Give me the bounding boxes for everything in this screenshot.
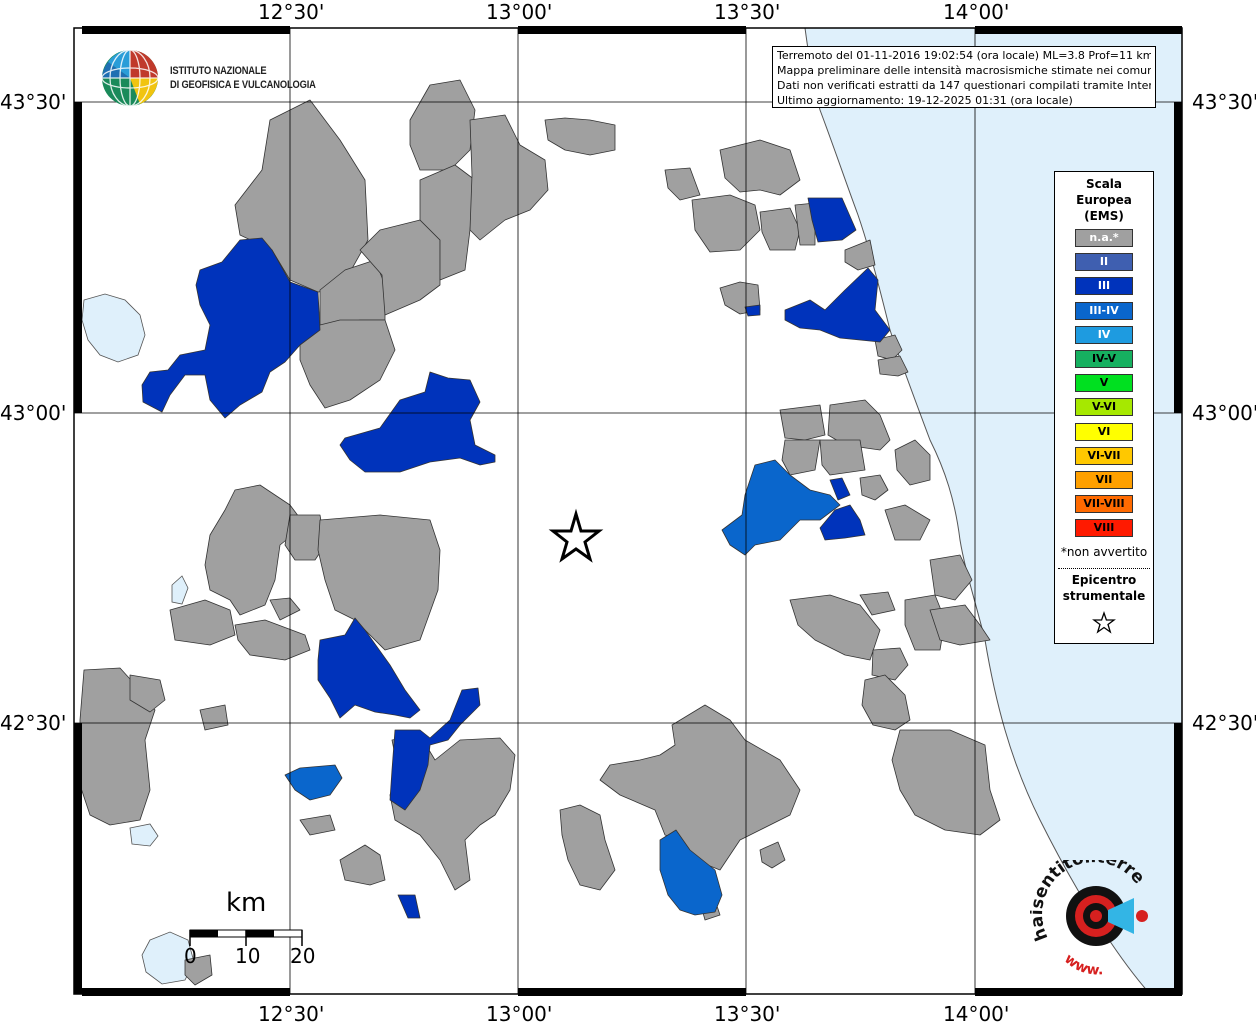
legend-epicenter-line-2: strumentale xyxy=(1062,589,1146,603)
lon-label-top-1: 12°30' xyxy=(258,0,325,24)
lon-label-bottom-1: 12°30' xyxy=(258,1002,325,1026)
lon-label-top-3: 13°30' xyxy=(714,0,781,24)
legend-separator xyxy=(1058,568,1150,569)
legend-item-iv-v: IV-V xyxy=(1075,350,1133,368)
legend-item-n-a: n.a.* xyxy=(1075,229,1133,247)
legend-item-vi: VI xyxy=(1075,422,1133,441)
lon-label-top-2: 13°00' xyxy=(486,0,553,24)
lat-label-right-3: 42°30' xyxy=(1192,711,1256,735)
municipality-area xyxy=(744,304,761,317)
scale-unit: km xyxy=(226,888,267,918)
legend-title-line-2: Europea xyxy=(1076,193,1132,207)
legend-item-v: V xyxy=(1075,374,1133,393)
target-icon xyxy=(1066,886,1148,946)
lon-label-bottom-2: 13°00' xyxy=(486,1002,553,1026)
scale-tick-20: 20 xyxy=(290,944,316,968)
event-info-line-1: Terremoto del 01-11-2016 19:02:54 (ora l… xyxy=(777,49,1151,62)
scale-tick-0: 0 xyxy=(184,944,197,968)
legend-item-viii: VIII xyxy=(1075,519,1133,538)
ingv-line-1: ISTITUTO NAZIONALE xyxy=(170,65,267,77)
legend-item-iii: III xyxy=(1075,277,1133,296)
ingv-line-2: DI GEOFISICA E VULCANOLOGIA xyxy=(170,79,316,91)
haisentito-www: www. xyxy=(1061,951,1104,979)
legend-epicenter: Epicentro strumentale xyxy=(1055,572,1153,604)
scale-tick-10: 10 xyxy=(235,944,261,968)
lon-label-bottom-3: 13°30' xyxy=(714,1002,781,1026)
legend-title-line-3: (EMS) xyxy=(1084,209,1124,223)
lon-label-bottom-4: 14°00' xyxy=(943,1002,1010,1026)
haisentito-logo: haisentitoilterremoto.it www. xyxy=(1030,860,1149,979)
legend-item-vii-viii: VII-VIII xyxy=(1075,495,1133,514)
legend-title-line-1: Scala xyxy=(1085,177,1123,191)
epicenter-star-icon xyxy=(1092,610,1116,634)
municipality-area xyxy=(819,439,866,476)
event-info-line-4: Ultimo aggiornamento: 19-12-2025 01:31 (… xyxy=(777,94,1073,107)
legend-epicenter-line-1: Epicentro xyxy=(1071,573,1137,587)
event-info-line-3: Dati non verificati estratti da 147 ques… xyxy=(777,79,1151,92)
legend-item-iii-iv: III-IV xyxy=(1075,301,1133,320)
municipality-area xyxy=(781,439,821,476)
globe-icon xyxy=(101,49,159,107)
lat-label-left-1: 43°30' xyxy=(0,90,67,114)
legend-item-v-vi: V-VI xyxy=(1075,398,1133,417)
municipality-area xyxy=(779,404,826,441)
event-info-box: Terremoto del 01-11-2016 19:02:54 (ora l… xyxy=(772,46,1156,108)
lat-label-left-3: 42°30' xyxy=(0,711,67,735)
lon-label-top-4: 14°00' xyxy=(943,0,1010,24)
event-info-line-2: Mappa preliminare delle intensità macros… xyxy=(777,64,1151,77)
legend-item-vii: VII xyxy=(1075,471,1133,489)
lat-label-left-2: 43°00' xyxy=(0,401,67,425)
ingv-logo-text: ISTITUTO NAZIONALE DI GEOFISICA E VULCAN… xyxy=(170,64,316,92)
lat-label-right-2: 43°00' xyxy=(1192,401,1256,425)
lat-label-right-1: 43°30' xyxy=(1192,90,1256,114)
legend-item-vi-vii: VI-VII xyxy=(1075,446,1133,465)
legend-note: *non avvertito xyxy=(1060,545,1148,559)
legend-item-ii: II xyxy=(1075,253,1133,272)
legend-item-iv: IV xyxy=(1075,325,1133,344)
legend-title: Scala Europea (EMS) xyxy=(1055,176,1153,224)
ems-legend: Scala Europea (EMS) n.a.* II III III-IV IV IV… xyxy=(1054,171,1154,644)
